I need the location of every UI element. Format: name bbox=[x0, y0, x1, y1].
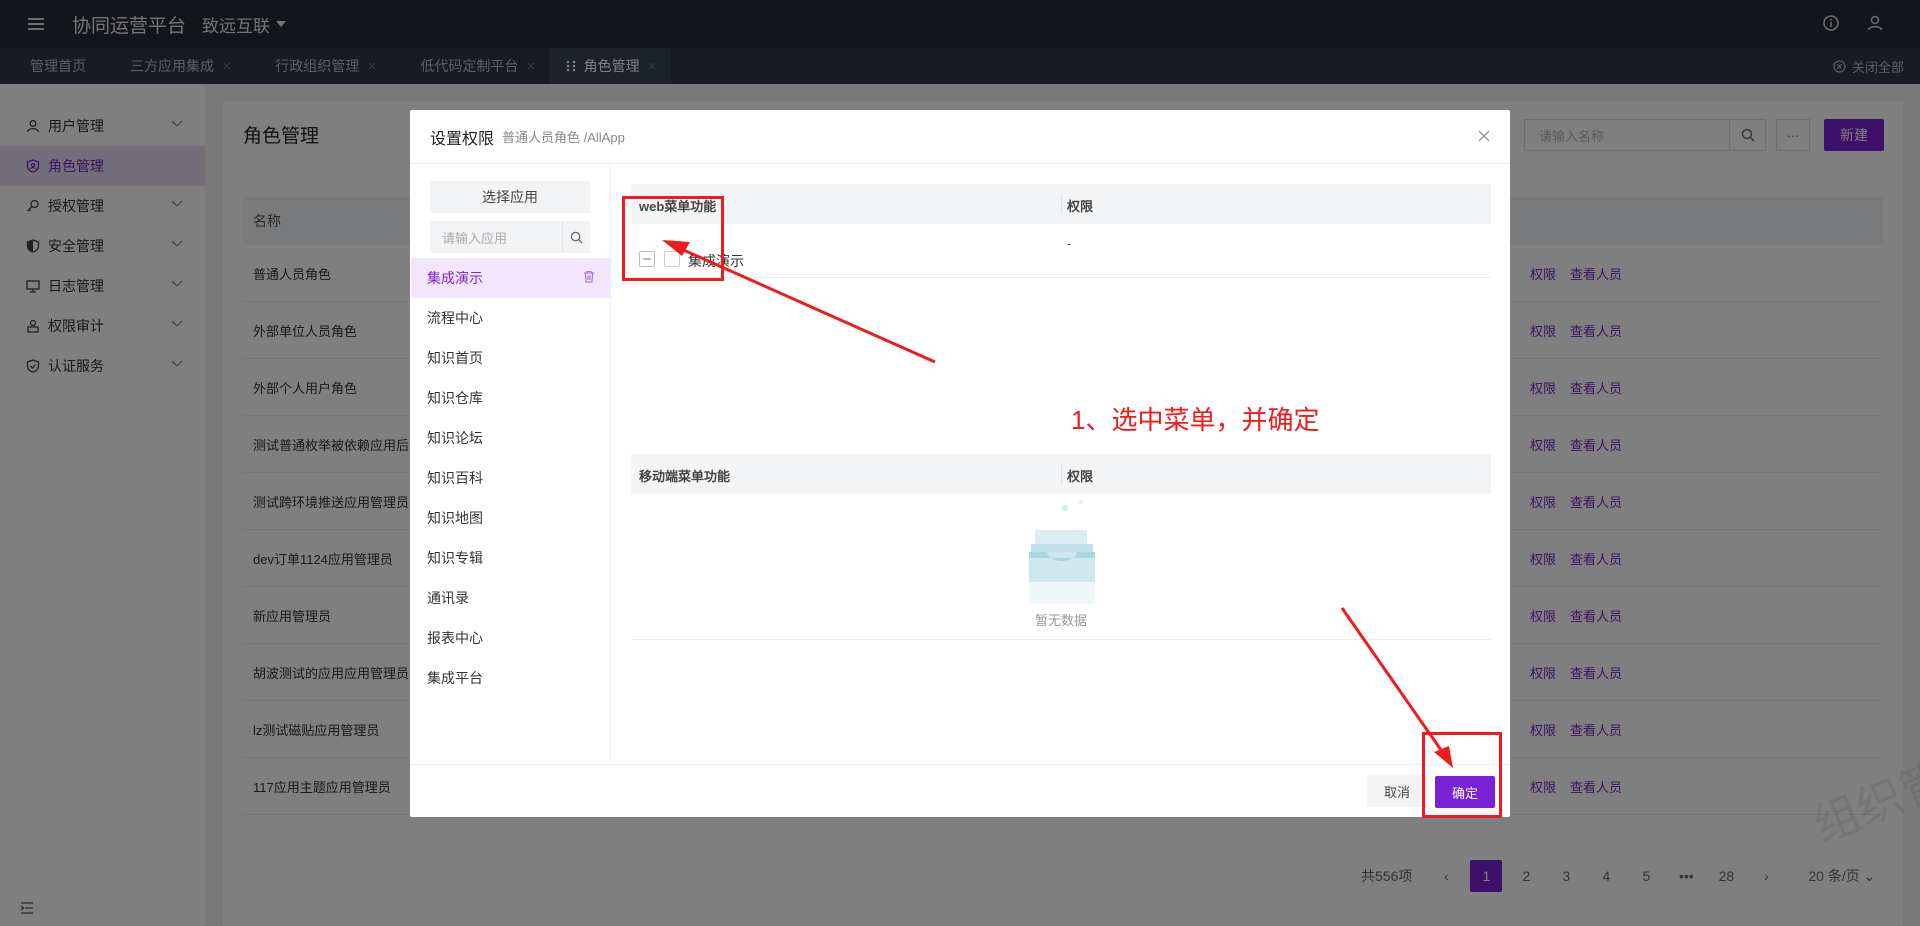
annotation-arrows bbox=[662, 240, 1453, 768]
